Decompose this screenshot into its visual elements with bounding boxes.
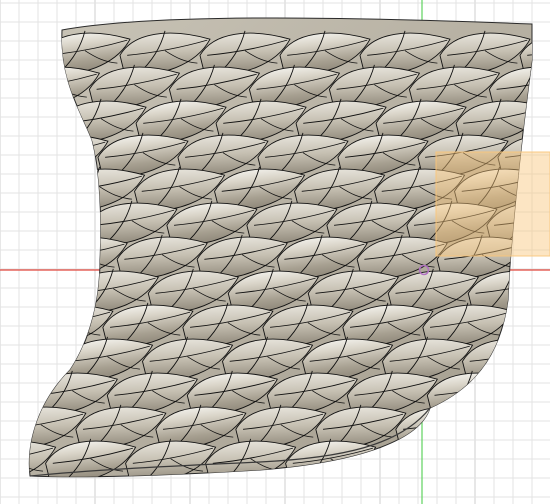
scale-crease-line: [54, 234, 83, 279]
scale-crease-line: [533, 448, 550, 463]
scale-crease-line: [330, 458, 364, 472]
scale-tile-face: [29, 168, 66, 211]
scale-tile: [445, 438, 532, 477]
scale-crease-line: [1, 337, 28, 380]
scale-tile-face: [29, 202, 98, 245]
scale-crease-line: [29, 345, 70, 362]
scale-crease-line: [520, 424, 532, 438]
scale-tile: [0, 304, 34, 347]
scale-crease-line: [29, 64, 55, 109]
scale-tile: [502, 302, 532, 347]
scale-tile: [29, 200, 98, 245]
scale-crease-line: [410, 458, 444, 472]
scale-crease-line: [29, 254, 35, 268]
scale-crease-line: [490, 458, 524, 472]
scale-tile: [1, 337, 74, 381]
scale-tile-face: [29, 32, 51, 75]
scale-crease-line: [520, 302, 532, 347]
scale-crease-line: [493, 404, 522, 449]
scale-crease-line: [40, 302, 69, 347]
scale-crease-line: [525, 370, 532, 415]
scale-crease-line: [0, 439, 11, 482]
scale-tile-face: [29, 236, 48, 279]
viewport-canvas[interactable]: [0, 0, 550, 504]
scale-crease-line: [372, 447, 454, 464]
scale-crease-line: [29, 175, 62, 192]
scale-crease-line: [0, 167, 20, 210]
scale-crease-line: [29, 107, 64, 124]
scale-crease-line: [29, 118, 54, 132]
selection-highlight-box[interactable]: [435, 151, 550, 257]
scale-crease-line: [544, 439, 550, 482]
scale-crease-line: [482, 413, 532, 430]
scale-crease-line: [29, 311, 31, 328]
scale-crease-line: [513, 288, 532, 302]
scale-tile-face: [29, 134, 109, 177]
scale-crease-line: [29, 39, 48, 56]
scale-crease-line: [507, 356, 532, 370]
scale-crease-line: [452, 447, 532, 464]
scale-tile: [29, 236, 48, 279]
scale-tile-face: [525, 440, 532, 477]
scale-tile: [506, 370, 532, 415]
scale-tile: [0, 31, 51, 75]
3d-viewport[interactable]: [0, 0, 550, 504]
scale-tile: [0, 167, 66, 211]
scale-crease-line: [463, 438, 492, 477]
scale-crease-line: [538, 31, 550, 74]
scale-tile: [29, 268, 79, 313]
scale-crease-line: [29, 356, 60, 370]
scale-tile-face: [506, 372, 532, 415]
scale-crease-line: [472, 390, 505, 404]
scale-tile: [525, 439, 550, 482]
scale-crease-line: [0, 323, 20, 335]
scale-crease-line: [440, 424, 474, 438]
scale-tile: [543, 337, 550, 381]
scale-crease-line: [543, 108, 550, 123]
scale-crease-line: [0, 391, 25, 403]
scale-crease-line: [29, 50, 38, 64]
scale-crease-line: [383, 438, 412, 477]
scale-crease-line: [29, 379, 35, 396]
scale-tile-face: [445, 440, 532, 477]
scale-crease-line: [72, 166, 100, 211]
scale-tile-face: [29, 270, 79, 313]
scale-crease-line: [534, 85, 550, 97]
scale-crease-line: [29, 268, 34, 313]
scale-crease-line: [510, 311, 532, 328]
scale-crease-line: [0, 31, 5, 74]
